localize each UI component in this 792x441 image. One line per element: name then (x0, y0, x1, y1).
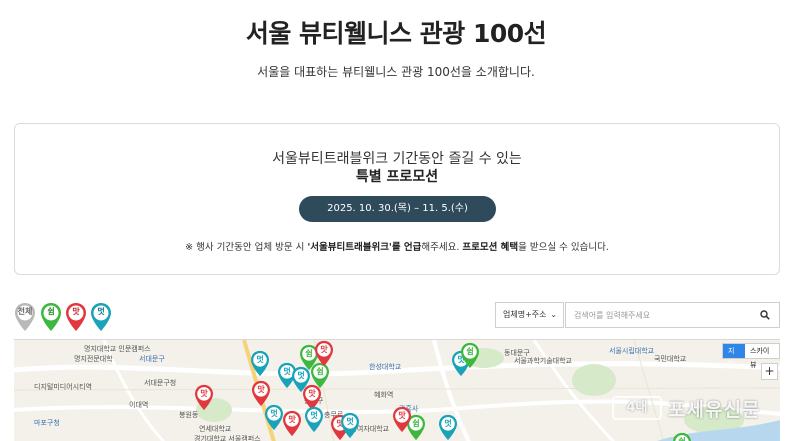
map-marker[interactable]: 맛 (251, 380, 271, 407)
map-marker[interactable]: 멋 (250, 350, 270, 377)
search-input[interactable] (574, 303, 754, 328)
category-filter-0[interactable]: 전체 (14, 302, 36, 332)
map-type-toggle[interactable]: 지도 스카이뷰 (722, 343, 780, 369)
map-marker[interactable]: 쉼 (672, 432, 692, 441)
category-filter-label: 맛 (72, 307, 80, 316)
map-place-label: 혜화역 (374, 391, 394, 399)
page-subtitle: 서울을 대표하는 뷰티웰니스 관광 100선을 소개합니다. (257, 65, 535, 79)
map-marker-label: 맛 (320, 345, 328, 354)
category-filter-2[interactable]: 맛 (65, 302, 87, 332)
map-marker[interactable]: 맛 (314, 340, 334, 367)
promotion-box: 서울뷰티트래블위크 기간동안 즐길 수 있는 특별 프로모션 2025. 10.… (14, 123, 780, 275)
search-type-value: 업체명+주소 (503, 310, 547, 319)
map-marker[interactable]: 멋 (264, 404, 284, 431)
category-filter-3[interactable]: 멋 (90, 302, 112, 332)
map-type-map-button[interactable]: 지도 (723, 344, 745, 369)
map-marker[interactable]: 쉼 (460, 342, 480, 369)
map-place-label: 경기대학교 서울캠퍼스 (194, 435, 261, 441)
map-place-label: 동대문구 (504, 349, 530, 357)
map-marker-label: 맛 (257, 385, 265, 394)
watermark-text: 포세유신문 (668, 399, 761, 421)
category-filter-label: 멋 (97, 307, 105, 316)
map-marker-label: 멋 (270, 409, 278, 418)
map-marker[interactable]: 맛 (392, 406, 412, 433)
map-place-label: 봉원동 (179, 411, 199, 419)
map-marker-label: 멋 (310, 411, 318, 420)
map-marker-label: 맛 (200, 389, 208, 398)
map-place-label: 마포구청 (34, 419, 60, 427)
newspaper-watermark: 4대 포세유신문 (612, 393, 782, 423)
category-filter-label: 쉼 (47, 307, 55, 316)
search-icon[interactable] (760, 310, 770, 320)
note-mention: '서울뷰티트래블위크'를 언급 (307, 242, 422, 253)
map-place-label: 서대문구 (139, 355, 165, 363)
watermark-badge: 4대 (612, 396, 662, 420)
note-suffix: 을 받으실 수 있습니다. (518, 242, 609, 253)
map-marker-label: 맛 (398, 411, 406, 420)
note-mid: 해주세요. (421, 242, 463, 253)
map-marker-label: 맛 (288, 415, 296, 424)
map-place-label: 이대역 (129, 401, 149, 409)
category-filter-label: 전체 (17, 307, 33, 316)
map-place-label: 명지대학교 인문캠퍼스 (84, 345, 151, 353)
promotion-heading: 특별 프로모션 (355, 169, 439, 185)
map-marker[interactable]: 멋 (438, 414, 458, 441)
search-type-select[interactable]: 업체명+주소 ⌄ (495, 302, 564, 328)
map-view[interactable]: 명지대학교 인문캠퍼스명지전문대학 서대문구서대문구청디지털미디어시티역이대역마포… (14, 339, 780, 441)
map-place-label: 국민대학교 (654, 355, 687, 363)
map-place-label: 연세대학교 (199, 425, 232, 433)
map-marker-label: 멋 (346, 417, 354, 426)
map-marker[interactable]: 맛 (194, 384, 214, 411)
promotion-note: ※ 행사 기간동안 업체 방문 시 '서울뷰티트래블위크'를 언급해주세요. 프… (15, 239, 779, 253)
map-marker-label: 쉼 (316, 367, 324, 376)
map-marker[interactable]: 맛 (282, 410, 302, 437)
map-place-label: 서대문구청 (144, 379, 177, 387)
chevron-down-icon: ⌄ (550, 310, 557, 319)
map-marker[interactable]: 멋 (340, 412, 360, 439)
note-benefit: 프로모션 혜택 (462, 242, 519, 253)
map-marker[interactable]: 멋 (304, 406, 324, 433)
map-place-label: 디지털미디어시티역 (34, 383, 92, 391)
promotion-period-badge: 2025. 10. 30.(목) – 11. 5.(수) (299, 196, 496, 222)
note-prefix: ※ 행사 기간동안 업체 방문 시 (185, 242, 308, 253)
map-marker-label: 맛 (308, 389, 316, 398)
map-marker-label: 멋 (444, 419, 452, 428)
search-box[interactable] (565, 302, 780, 328)
map-place-label: 한성대학교 (369, 363, 402, 371)
map-type-skyview-button[interactable]: 스카이뷰 (745, 344, 779, 369)
map-marker-label: 멋 (297, 371, 305, 380)
map-marker-label: 멋 (256, 355, 264, 364)
map-place-label: 명지전문대학 (74, 355, 113, 363)
category-filter-1[interactable]: 쉼 (40, 302, 62, 332)
zoom-in-button[interactable]: + (761, 363, 778, 380)
promotion-intro: 서울뷰티트래블위크 기간동안 즐길 수 있는 (272, 151, 522, 167)
map-marker-label: 쉼 (466, 347, 474, 356)
page-title: 서울 뷰티웰니스 관광 100선 (245, 19, 547, 48)
map-marker-label: 쉼 (672, 436, 692, 441)
map-place-label: 서울시립대학교 (609, 347, 655, 355)
